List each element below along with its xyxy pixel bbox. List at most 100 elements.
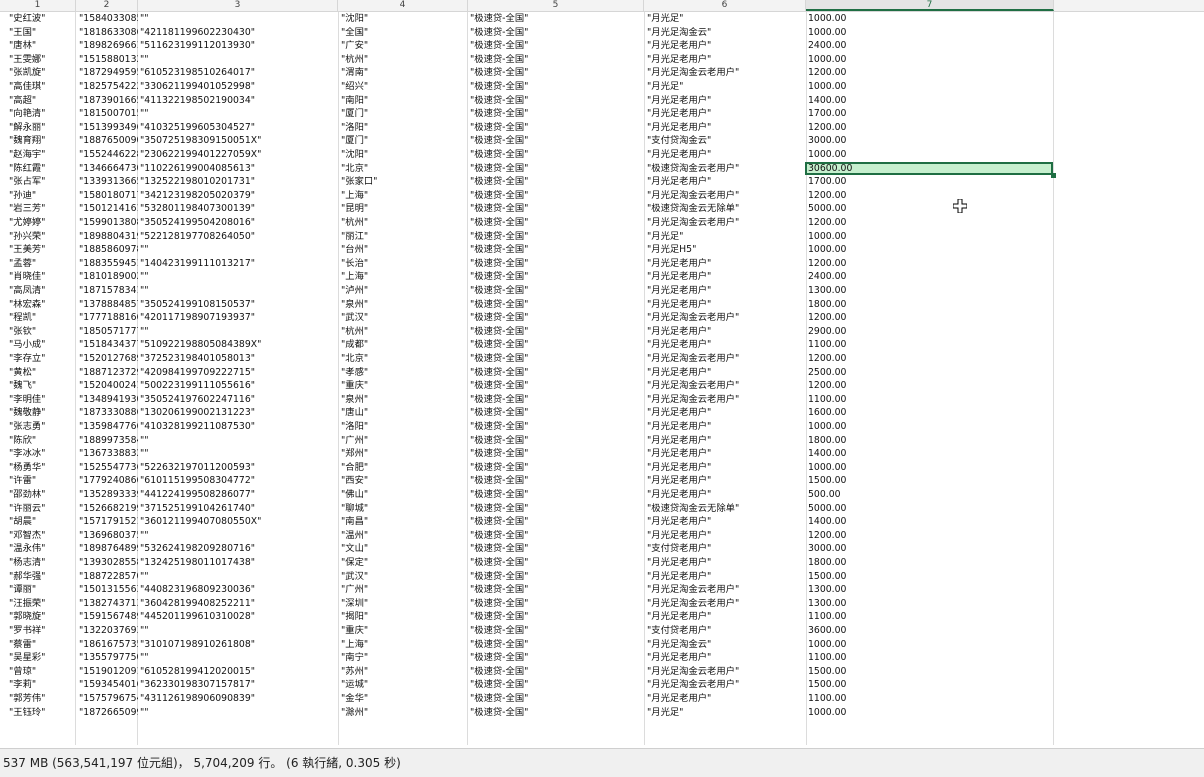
name-cell[interactable]: "王美芳" — [9, 243, 75, 257]
id-number-cell[interactable]: "511623199112013930" — [140, 39, 338, 53]
amount-cell[interactable]: 1000.00 — [808, 461, 1053, 475]
channel-cell[interactable]: "极速贷-全国" — [470, 12, 642, 26]
product-cell[interactable]: "月光足淘金云" — [647, 638, 805, 652]
name-cell[interactable]: "陈红霞" — [9, 162, 75, 176]
amount-cell[interactable]: 1500.00 — [808, 570, 1053, 584]
amount-cell[interactable]: 1300.00 — [808, 284, 1053, 298]
table-row[interactable]: "肖晓佳" "18101890028""""上海" "极速贷-全国" "月光足老用户"… — [0, 270, 1054, 284]
id-number-cell[interactable]: "230622199401227059X" — [140, 148, 338, 162]
amount-cell[interactable]: 1200.00 — [808, 189, 1053, 203]
city-cell[interactable]: "昆明" — [341, 202, 466, 216]
channel-cell[interactable]: "极速贷-全国" — [470, 393, 642, 407]
product-cell[interactable]: "月光足老用户" — [647, 366, 805, 380]
phone-cell[interactable]: "15934540161" — [79, 678, 138, 692]
name-cell[interactable]: "尤婷婷" — [9, 216, 75, 230]
id-number-cell[interactable]: "140423199111013217" — [140, 257, 338, 271]
phone-cell[interactable]: "15990138083" — [79, 216, 138, 230]
table-row[interactable]: "谭丽" "15013155633""440823196809230036""广州… — [0, 583, 1054, 597]
amount-cell[interactable]: 1300.00 — [808, 583, 1053, 597]
name-cell[interactable]: "郭晓旋" — [9, 610, 75, 624]
id-number-cell[interactable]: "" — [140, 651, 338, 665]
amount-cell[interactable]: 30600.00 — [808, 162, 1053, 176]
name-cell[interactable]: "岩三芳" — [9, 202, 75, 216]
name-cell[interactable]: "王钰玲" — [9, 706, 75, 720]
amount-cell[interactable]: 1000.00 — [808, 706, 1053, 720]
phone-cell[interactable]: "13489419308" — [79, 393, 138, 407]
amount-cell[interactable]: 3000.00 — [808, 134, 1053, 148]
amount-cell[interactable]: 1400.00 — [808, 447, 1053, 461]
column-header-1[interactable]: 1 — [0, 0, 76, 11]
city-cell[interactable]: "北京" — [341, 352, 466, 366]
id-number-cell[interactable]: "330621199401052998" — [140, 80, 338, 94]
table-row[interactable]: "郭芳伟" "15757967545""431126198906090839""金… — [0, 692, 1054, 706]
city-cell[interactable]: "杭州" — [341, 325, 466, 339]
id-number-cell[interactable]: "" — [140, 243, 338, 257]
city-cell[interactable]: "上海" — [341, 189, 466, 203]
id-number-cell[interactable]: "421181199602230430" — [140, 26, 338, 40]
city-cell[interactable]: "广州" — [341, 583, 466, 597]
amount-cell[interactable]: 3000.00 — [808, 542, 1053, 556]
phone-cell[interactable]: "13220376938" — [79, 624, 138, 638]
id-number-cell[interactable]: "610528199412020015" — [140, 665, 338, 679]
city-cell[interactable]: "沈阳" — [341, 12, 466, 26]
table-row[interactable]: "魏育翔""18876500900""350725198309150051X""… — [0, 134, 1054, 148]
table-row[interactable]: "孙迪" "15801807175""342123198205020379""上海… — [0, 189, 1054, 203]
table-row[interactable]: "高超" "18739016652""411322198502190034""南阳… — [0, 94, 1054, 108]
id-number-cell[interactable]: "610523198510264017" — [140, 66, 338, 80]
amount-cell[interactable]: 1000.00 — [808, 230, 1053, 244]
product-cell[interactable]: "支付贷淘金云" — [647, 134, 805, 148]
phone-cell[interactable]: "15266821991" — [79, 502, 138, 516]
amount-cell[interactable]: 1200.00 — [808, 311, 1053, 325]
product-cell[interactable]: "月光足淘金云老用户" — [647, 583, 805, 597]
channel-cell[interactable]: "极速贷-全国" — [470, 651, 642, 665]
id-number-cell[interactable]: "522128197708264050" — [140, 230, 338, 244]
name-cell[interactable]: "高超" — [9, 94, 75, 108]
table-row[interactable]: "张凯旋" "18729495957""610523198510264017""渭… — [0, 66, 1054, 80]
id-number-cell[interactable]: "" — [140, 12, 338, 26]
table-row[interactable]: "王雯娜" "15158801323""""杭州" "极速贷-全国" "月光足老用户"… — [0, 53, 1054, 67]
id-number-cell[interactable]: "132425198011017438" — [140, 556, 338, 570]
id-number-cell[interactable]: "" — [140, 570, 338, 584]
channel-cell[interactable]: "极速贷-全国" — [470, 542, 642, 556]
id-number-cell[interactable]: "372523198401058013" — [140, 352, 338, 366]
channel-cell[interactable]: "极速贷-全国" — [470, 706, 642, 720]
city-cell[interactable]: "泉州" — [341, 298, 466, 312]
phone-cell[interactable]: "18150070154" — [79, 107, 138, 121]
name-cell[interactable]: "吴星彩" — [9, 651, 75, 665]
channel-cell[interactable]: "极速贷-全国" — [470, 311, 642, 325]
product-cell[interactable]: "月光足老用户" — [647, 529, 805, 543]
city-cell[interactable]: "杭州" — [341, 216, 466, 230]
table-row[interactable]: "罗书祥" "13220376938""""重庆" "极速贷-全国" "支付贷老用户"… — [0, 624, 1054, 638]
phone-cell[interactable]: "18835594513" — [79, 257, 138, 271]
amount-cell[interactable]: 1000.00 — [808, 420, 1053, 434]
city-cell[interactable]: "武汉" — [341, 311, 466, 325]
channel-cell[interactable]: "极速贷-全国" — [470, 107, 642, 121]
phone-cell[interactable]: "18715783414" — [79, 284, 138, 298]
name-cell[interactable]: "邵劲林" — [9, 488, 75, 502]
id-number-cell[interactable]: "342123198205020379" — [140, 189, 338, 203]
table-row[interactable]: "郭晓旋" "15915674894""445201199610310028""揭… — [0, 610, 1054, 624]
table-row[interactable]: "陈红霞" "13466647303""110226199004085613""北… — [0, 162, 1054, 176]
name-cell[interactable]: "林宏森" — [9, 298, 75, 312]
table-row[interactable]: "赵海宇""15524462289""230622199401227059X""… — [0, 148, 1054, 162]
table-row[interactable]: "孙兴荣" "18988043198""522128197708264050""丽… — [0, 230, 1054, 244]
phone-cell[interactable]: "18871237293" — [79, 366, 138, 380]
product-cell[interactable]: "月光足老用户" — [647, 610, 805, 624]
table-row[interactable]: "李明佳" "13489419308""350524197602247116""泉… — [0, 393, 1054, 407]
name-cell[interactable]: "史红波" — [9, 12, 75, 26]
name-cell[interactable]: "孟蓉" — [9, 257, 75, 271]
table-row[interactable]: "孟蓉" "18835594513""140423199111013217""长治… — [0, 257, 1054, 271]
product-cell[interactable]: "月光足淘金云老用户" — [647, 393, 805, 407]
id-number-cell[interactable]: "" — [140, 434, 338, 448]
id-number-cell[interactable]: "360121199407080550X" — [140, 515, 338, 529]
name-cell[interactable]: "张志勇" — [9, 420, 75, 434]
product-cell[interactable]: "月光足老用户" — [647, 447, 805, 461]
phone-cell[interactable]: "18987648996" — [79, 542, 138, 556]
name-cell[interactable]: "谭丽" — [9, 583, 75, 597]
amount-cell[interactable]: 1100.00 — [808, 610, 1053, 624]
channel-cell[interactable]: "极速贷-全国" — [470, 230, 642, 244]
table-row[interactable]: "杨志清" "13930285587""132425198011017438""保… — [0, 556, 1054, 570]
id-number-cell[interactable]: "" — [140, 107, 338, 121]
id-number-cell[interactable]: "532624198209280716" — [140, 542, 338, 556]
phone-cell[interactable]: "18101890028" — [79, 270, 138, 284]
